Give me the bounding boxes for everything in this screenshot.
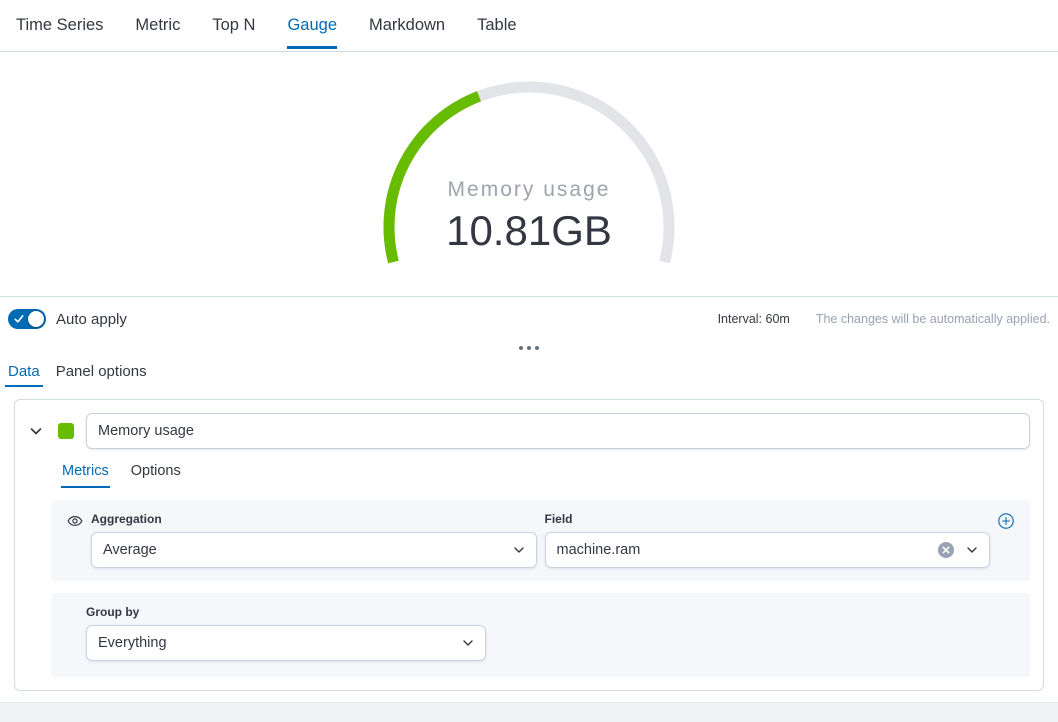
auto-apply-control: Auto apply: [8, 309, 127, 329]
tab-table[interactable]: Table: [461, 0, 532, 51]
series-collapse-button[interactable]: [28, 423, 44, 439]
field-field-group: Field machine.ram: [545, 512, 991, 568]
check-icon: [14, 314, 24, 324]
group-by-select[interactable]: Everything: [86, 625, 486, 661]
aggregation-value: Average: [103, 542, 157, 558]
gauge-value: 10.81GB: [379, 207, 679, 255]
resize-handle-icon[interactable]: [509, 342, 549, 354]
tab-markdown[interactable]: Markdown: [353, 0, 461, 51]
series-card: Metrics Options Aggregation Average: [14, 399, 1044, 691]
plus-in-circle-icon: [998, 513, 1014, 529]
gauge-preview-panel: Memory usage 10.81GB: [0, 52, 1058, 296]
tsvb-editor: Time Series Metric Top N Gauge Markdown …: [0, 0, 1058, 722]
tab-panel-options[interactable]: Panel options: [48, 355, 155, 388]
series-tabs: Metrics Options: [61, 463, 1030, 488]
handle-dot: [527, 346, 531, 350]
visualization-type-tabs: Time Series Metric Top N Gauge Markdown …: [0, 0, 1058, 52]
chevron-down-icon: [513, 544, 525, 556]
tab-metric[interactable]: Metric: [119, 0, 196, 51]
group-by-value: Everything: [98, 635, 167, 651]
series-label-input[interactable]: [86, 413, 1030, 449]
metric-visibility-button[interactable]: [67, 513, 83, 529]
panel-resize-row: [0, 341, 1058, 355]
tab-gauge[interactable]: Gauge: [271, 0, 353, 51]
chevron-down-icon: [462, 637, 474, 649]
add-metric-button[interactable]: [998, 513, 1014, 529]
series-header-row: [28, 413, 1030, 449]
field-combobox[interactable]: machine.ram: [545, 532, 991, 568]
field-label: Field: [545, 512, 991, 526]
auto-apply-label: Auto apply: [56, 311, 127, 328]
field-value: machine.ram: [557, 542, 641, 558]
series-color-swatch[interactable]: [58, 423, 74, 439]
cross-in-circle-icon: [937, 541, 955, 559]
series-editor: Metrics Options Aggregation Average: [0, 388, 1058, 702]
editor-tabs: Data Panel options: [0, 355, 1058, 388]
gauge: Memory usage 10.81GB: [379, 77, 679, 272]
group-by-label: Group by: [86, 605, 1014, 619]
tab-data[interactable]: Data: [0, 355, 48, 388]
tab-time-series[interactable]: Time Series: [0, 0, 119, 51]
tab-top-n[interactable]: Top N: [196, 0, 271, 51]
auto-apply-toolbar: Auto apply Interval: 60m The changes wil…: [0, 296, 1058, 341]
toggle-thumb: [28, 311, 44, 327]
aggregation-label: Aggregation: [91, 512, 537, 526]
handle-dot: [535, 346, 539, 350]
metric-row: Aggregation Average Field machine.ram: [51, 500, 1030, 581]
aggregation-field-group: Aggregation Average: [91, 512, 537, 568]
chevron-down-icon: [29, 424, 43, 438]
gauge-series-label: Memory usage: [379, 177, 679, 203]
aggregation-select[interactable]: Average: [91, 532, 537, 568]
auto-apply-toggle[interactable]: [8, 309, 46, 329]
bottom-scroll-strip: [0, 702, 1058, 722]
auto-apply-hint: The changes will be automatically applie…: [816, 312, 1050, 326]
handle-dot: [519, 346, 523, 350]
interval-label: Interval: 60m: [718, 312, 790, 326]
eye-icon: [67, 513, 83, 529]
tab-metrics[interactable]: Metrics: [61, 463, 110, 488]
toolbar-status: Interval: 60m The changes will be automa…: [718, 312, 1050, 326]
group-by-row: Group by Everything: [51, 593, 1030, 677]
tab-options[interactable]: Options: [130, 463, 182, 488]
clear-field-button[interactable]: [937, 541, 955, 559]
chevron-down-icon: [966, 544, 978, 556]
